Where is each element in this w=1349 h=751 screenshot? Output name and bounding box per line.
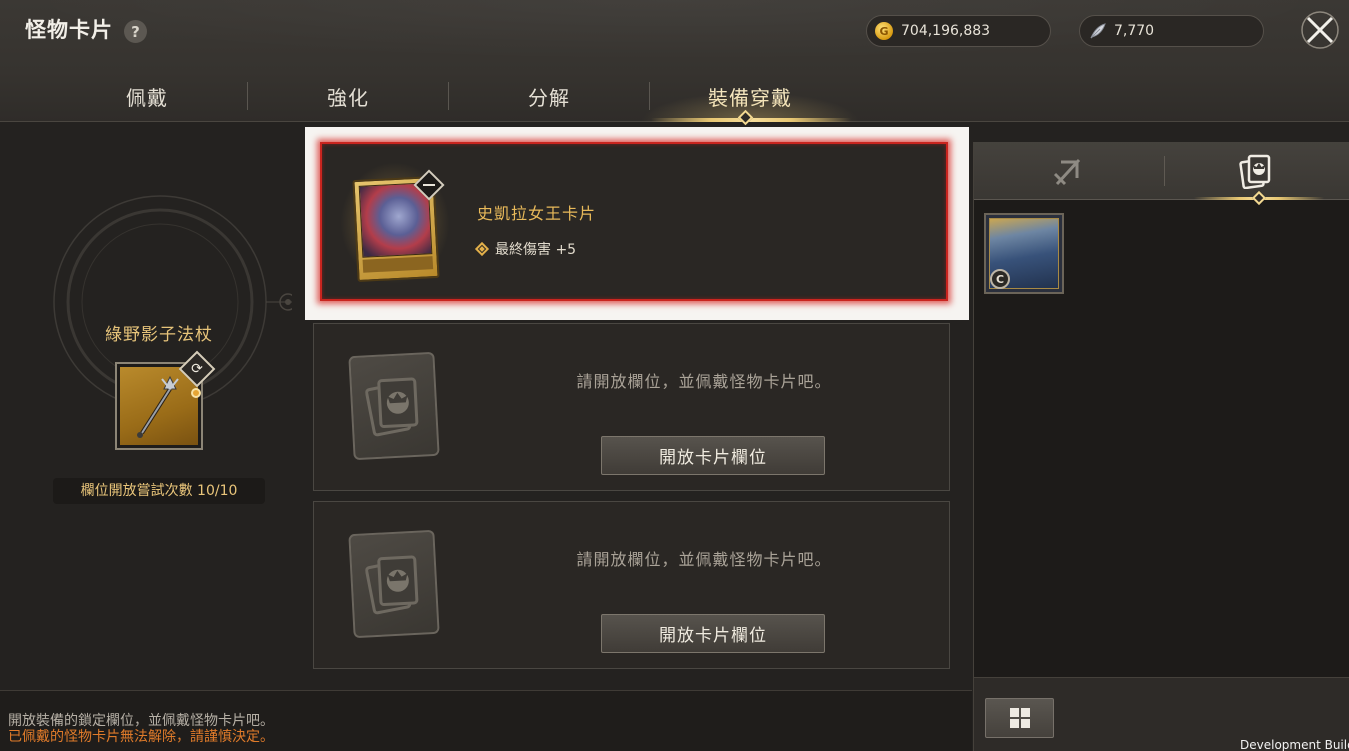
header-bar: 怪物卡片 ? G 704,196,883 7,770 佩戴 強化 分解 裝備穿戴 (0, 0, 1349, 126)
feather-currency: 7,770 (1079, 15, 1264, 47)
monster-card-icon (365, 555, 419, 615)
tab-equip[interactable]: 佩戴 (47, 72, 247, 120)
grid-icon (1009, 708, 1030, 728)
status-dot (191, 388, 201, 398)
open-card-slot-button[interactable]: 開放卡片欄位 (601, 614, 825, 653)
locked-card-slot: 請開放欄位，並佩戴怪物卡片吧。 開放卡片欄位 (313, 501, 950, 669)
locked-card-slot: 請開放欄位，並佩戴怪物卡片吧。 開放卡片欄位 (313, 323, 950, 491)
card-stat-text: 最終傷害 +5 (495, 242, 577, 258)
tab-enhance[interactable]: 強化 (248, 72, 448, 120)
empty-card-placeholder (348, 351, 440, 461)
card-stat: 最終傷害 +5 (474, 239, 577, 259)
gold-currency: G 704,196,883 (866, 15, 1051, 47)
stat-diamond-icon (474, 241, 490, 257)
open-card-slot-button[interactable]: 開放卡片欄位 (601, 436, 825, 475)
monster-card-icon (365, 377, 419, 437)
equipped-card-slot[interactable]: 史凱拉女王卡片 最終傷害 +5 (320, 142, 948, 301)
card-inventory-panel: C (973, 142, 1349, 751)
feather-amount: 7,770 (1114, 23, 1155, 39)
gold-coin-icon: G (875, 22, 893, 40)
tab-equipment-filter[interactable] (974, 142, 1162, 200)
equipment-filter-icon (1053, 158, 1081, 186)
card-grade-badge: C (990, 269, 1010, 289)
monster-card-filter-icon (1239, 154, 1271, 189)
feather-icon (1090, 23, 1106, 39)
tab-monster-card-filter[interactable] (1162, 142, 1349, 200)
footer-warning: 已佩戴的怪物卡片無法解除，請謹慎決定。 (8, 729, 274, 745)
grid-view-button[interactable] (985, 698, 1054, 738)
empty-card-placeholder (348, 529, 440, 639)
build-label: Development Build (1240, 738, 1349, 751)
help-icon[interactable]: ? (124, 20, 147, 43)
inventory-card-item[interactable]: C (984, 213, 1064, 294)
card-name: 史凱拉女王卡片 (477, 204, 597, 223)
page-title: 怪物卡片 (25, 18, 113, 42)
tab-disassemble[interactable]: 分解 (449, 72, 649, 120)
locked-slot-message: 請開放欄位，並佩戴怪物卡片吧。 (576, 550, 832, 569)
monster-card-nameplate (362, 256, 434, 273)
locked-slot-message: 請開放欄位，並佩戴怪物卡片吧。 (576, 372, 832, 391)
weapon-name: 綠野影子法杖 (105, 325, 213, 345)
gold-amount: 704,196,883 (901, 23, 991, 39)
footer-notes: 開放裝備的鎖定欄位，並佩戴怪物卡片吧。 已佩戴的怪物卡片無法解除，請謹慎決定。 (0, 690, 972, 751)
inventory-tabs (974, 142, 1349, 206)
close-button[interactable] (1300, 10, 1340, 50)
slot-open-attempts: 欄位開放嘗試次數 10/10 (53, 478, 265, 504)
